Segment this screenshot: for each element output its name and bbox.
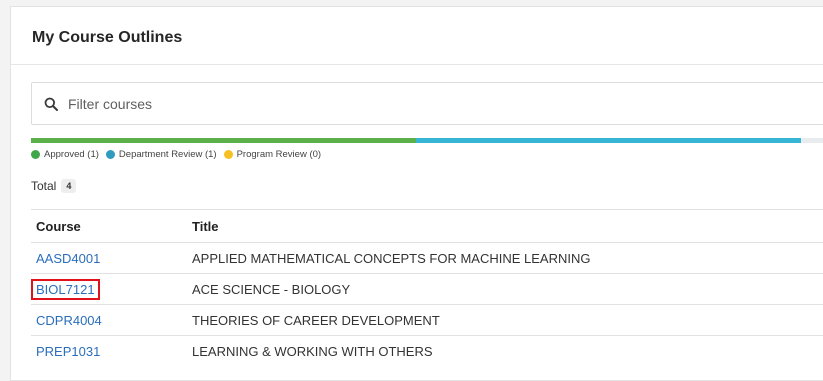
table-row: AASD4001 APPLIED MATHEMATICAL CONCEPTS F… xyxy=(31,242,823,274)
legend-program-review-label: Program Review (0) xyxy=(236,149,322,160)
total-badge: 4 xyxy=(61,179,77,193)
panel-header: My Course Outlines xyxy=(11,7,823,65)
course-link[interactable]: PREP1031 xyxy=(36,344,100,359)
approved-dot-icon xyxy=(31,150,40,159)
title-cell: ACE SCIENCE - BIOLOGY xyxy=(187,273,823,305)
course-outlines-panel: My Course Outlines Approved (1) Departme… xyxy=(10,6,823,381)
progress-segment-approved xyxy=(31,138,416,143)
status-progress-bar xyxy=(31,138,823,143)
panel-title: My Course Outlines xyxy=(32,29,183,46)
progress-segment-remaining xyxy=(800,138,823,143)
course-cell: PREP1031 xyxy=(31,335,187,367)
table-row: CDPR4004 THEORIES OF CAREER DEVELOPMENT xyxy=(31,304,823,336)
highlight-box: BIOL7121 xyxy=(31,278,100,300)
table-header-row: Course Title xyxy=(31,209,823,243)
course-link[interactable]: CDPR4004 xyxy=(36,313,102,328)
filter-courses-input[interactable] xyxy=(68,95,768,112)
course-cell: AASD4001 xyxy=(31,242,187,274)
course-link[interactable]: BIOL7121 xyxy=(36,282,95,297)
table-row: PREP1031 LEARNING & WORKING WITH OTHERS xyxy=(31,335,823,367)
legend-approved-label: Approved (1) xyxy=(44,149,99,160)
total-count: Total 4 xyxy=(31,179,77,193)
table-row: BIOL7121 ACE SCIENCE - BIOLOGY xyxy=(31,273,823,305)
search-box[interactable] xyxy=(31,82,823,125)
legend-program-review: Program Review (0) xyxy=(223,149,322,160)
program-review-dot-icon xyxy=(223,150,233,159)
total-label: Total xyxy=(31,179,57,193)
department-review-dot-icon xyxy=(105,150,115,159)
title-cell: LEARNING & WORKING WITH OTHERS xyxy=(187,335,823,367)
title-cell: THEORIES OF CAREER DEVELOPMENT xyxy=(187,304,823,336)
title-cell: APPLIED MATHEMATICAL CONCEPTS FOR MACHIN… xyxy=(187,242,823,274)
legend-department-review: Department Review (1) xyxy=(105,149,217,160)
legend-approved: Approved (1) xyxy=(31,149,99,160)
legend-department-review-label: Department Review (1) xyxy=(118,149,217,160)
course-cell: CDPR4004 xyxy=(31,304,187,336)
course-cell: BIOL7121 xyxy=(31,273,187,305)
progress-segment-department-review xyxy=(415,138,801,143)
status-legend: Approved (1) Department Review (1) Progr… xyxy=(31,149,328,160)
search-icon xyxy=(44,96,60,112)
courses-table: Course Title AASD4001 APPLIED MATHEMATIC… xyxy=(31,209,823,367)
column-header-title[interactable]: Title xyxy=(187,209,823,243)
course-link[interactable]: AASD4001 xyxy=(36,251,100,266)
column-header-course[interactable]: Course xyxy=(31,209,187,243)
